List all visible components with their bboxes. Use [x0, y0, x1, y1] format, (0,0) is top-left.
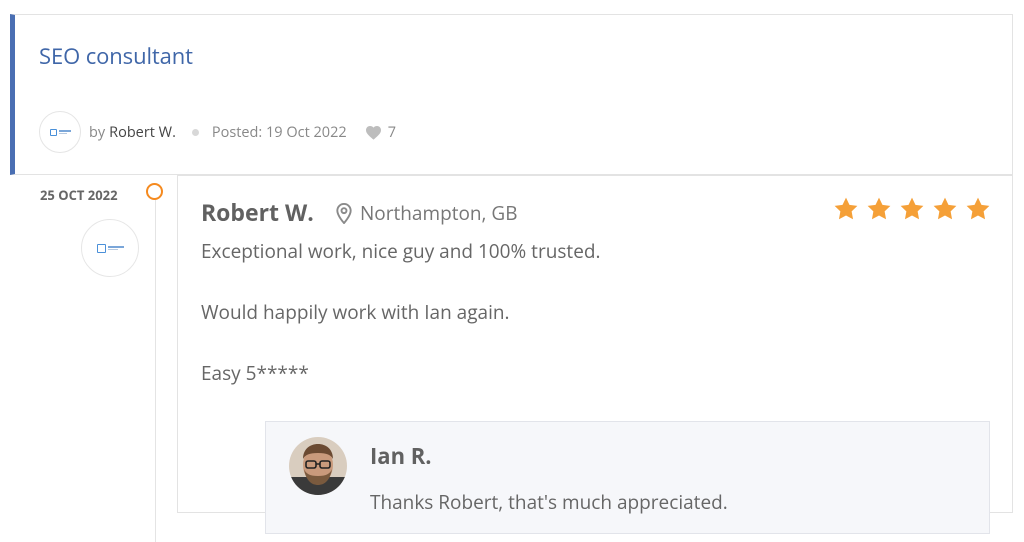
timeline-line [155, 192, 156, 542]
timeline-marker [146, 183, 163, 200]
reviewer-avatar[interactable] [81, 219, 139, 277]
reply-avatar[interactable] [289, 437, 347, 495]
star-rating [833, 196, 991, 221]
review-paragraph: Easy 5***** [201, 360, 309, 386]
star-icon [900, 197, 924, 220]
star-icon [867, 197, 891, 220]
job-card: SEO consultant by Robert W. Posted: 19 O… [10, 14, 1013, 175]
map-pin-icon [336, 202, 352, 224]
reviewer-location: Northampton, GB [336, 200, 518, 226]
location-text: Northampton, GB [360, 200, 518, 226]
heart-icon[interactable] [365, 125, 382, 140]
by-label: by [89, 122, 106, 142]
review-body: Exceptional work, nice guy and 100% trus… [201, 238, 600, 421]
person-avatar-icon [289, 437, 347, 495]
posted-date: Posted: 19 Oct 2022 [211, 122, 347, 142]
reply-card: Ian R. Thanks Robert, that's much apprec… [265, 421, 990, 534]
star-icon [966, 197, 990, 220]
review-date: 25 OCT 2022 [40, 186, 118, 204]
star-icon [834, 197, 858, 220]
reviewer-name: Robert W. [201, 196, 314, 228]
company-logo-icon [96, 243, 124, 253]
separator-dot [191, 128, 199, 136]
review-paragraph: Exceptional work, nice guy and 100% trus… [201, 238, 601, 264]
reply-text: Thanks Robert, that's much appreciated. [370, 489, 728, 515]
review-paragraph: Would happily work with Ian again. [201, 299, 510, 325]
likes-count: 7 [387, 122, 396, 142]
author-avatar[interactable] [39, 111, 81, 153]
reply-author-name: Ian R. [370, 441, 432, 471]
company-logo-icon [49, 128, 71, 136]
star-icon [933, 197, 957, 220]
job-title-link[interactable]: SEO consultant [39, 41, 193, 71]
job-meta: by Robert W. Posted: 19 Oct 2022 7 [39, 111, 396, 153]
author-name-link[interactable]: Robert W. [109, 123, 176, 142]
